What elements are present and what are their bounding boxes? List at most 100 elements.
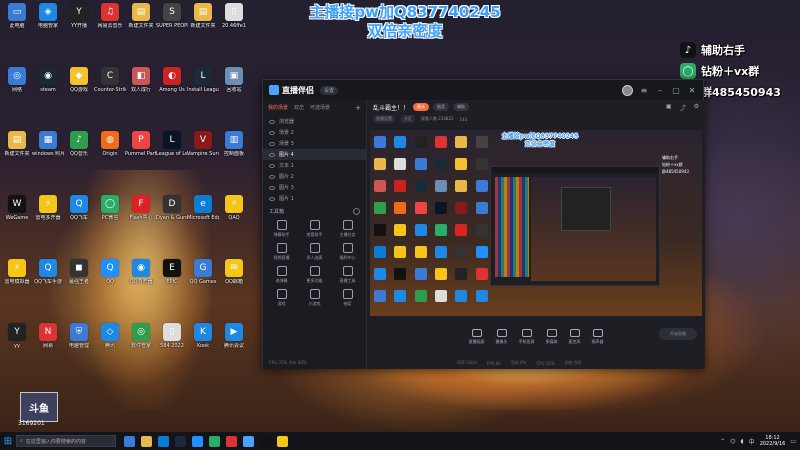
desktop-icon[interactable]: ▯ 584 2022 <box>157 323 187 365</box>
desktop-icon[interactable]: ✉ QQ邮箱 <box>219 259 249 301</box>
desktop-icon[interactable]: ◉ QQ浏览器 <box>126 259 156 301</box>
desktop-icon[interactable]: ⚡ 雷电多开器 <box>33 195 63 237</box>
scene-item[interactable]: 图片 2 <box>263 171 366 182</box>
desktop-icon[interactable]: ◍ Origin <box>95 131 125 173</box>
tool-item[interactable]: 弹幕助手 <box>265 220 298 238</box>
control-screen-capture[interactable]: 直播画面 <box>469 329 485 345</box>
minimize-icon[interactable]: – <box>655 86 665 95</box>
desktop-icon[interactable]: e Microsoft Edge <box>187 195 219 237</box>
scene-item[interactable]: 图片 3 <box>263 182 366 193</box>
eye-icon[interactable] <box>269 196 275 201</box>
live-companion-icon[interactable] <box>243 435 254 447</box>
network-icon[interactable]: ⌬ <box>730 438 735 445</box>
desktop-icon[interactable]: D Dyan & Guns <box>156 195 188 237</box>
desktop-icon[interactable]: Q QQ飞车手游 <box>33 259 63 301</box>
desktop-icon[interactable]: ▦ windows 照片 <box>32 131 64 173</box>
netease-music-icon[interactable] <box>226 435 237 447</box>
share-icon[interactable]: ⤴ <box>680 103 686 112</box>
eye-icon[interactable] <box>269 141 275 146</box>
tool-item[interactable]: 主播任务 <box>331 220 364 238</box>
desktop-icon[interactable]: P Pummel Party <box>125 131 157 173</box>
add-scene-button[interactable]: + <box>355 104 361 112</box>
control-camera[interactable]: 摄像头 <box>496 329 508 345</box>
app-titlebar[interactable]: 直播伴侣 设置 ≡ – ▢ ✕ <box>263 80 703 100</box>
ime-icon[interactable]: 中 <box>749 437 755 446</box>
tab-my-scenes[interactable]: 我的场景 <box>268 104 288 112</box>
desktop-icon[interactable]: ◎ 软件管家 <box>126 323 156 365</box>
desktop-icon[interactable]: E EPIC <box>157 259 187 301</box>
desktop-icon[interactable]: ◆ QQ游戏 <box>64 67 94 109</box>
desktop-icon[interactable]: N 网易 <box>33 323 63 365</box>
app-settings-chip[interactable]: 设置 <box>320 85 339 95</box>
desktop-icon[interactable]: ▶ 腾讯会议 <box>219 323 249 365</box>
desktop-icon[interactable]: ⚡ QAQ <box>219 195 249 237</box>
wechat-icon[interactable] <box>209 435 220 447</box>
desktop-icon[interactable]: ◼ 最强王者 <box>64 259 94 301</box>
desktop-icon[interactable]: G QQ Games <box>188 259 218 301</box>
desktop-icon[interactable]: Q QQ飞车 <box>64 195 94 237</box>
desktop-icon[interactable]: ▭ 此电脑 <box>2 3 32 45</box>
desktop-icon[interactable]: C Counter-Strike <box>94 67 126 109</box>
qq-icon[interactable] <box>192 435 203 447</box>
tool-item[interactable]: 小游戏 <box>298 289 331 307</box>
desktop-icon[interactable]: ⛨ 电脑管理 <box>64 323 94 365</box>
file-explorer-icon[interactable] <box>141 435 152 447</box>
desktop-icon[interactable]: ◧ 双人成行 <box>126 67 156 109</box>
steam-icon[interactable] <box>175 435 186 447</box>
scene-item[interactable]: 图片 4 <box>263 149 366 160</box>
tools-settings-icon[interactable] <box>353 208 360 215</box>
wegame-icon[interactable] <box>260 435 271 447</box>
desktop-icon[interactable]: ▯ 20.46ffe1 <box>219 3 249 45</box>
room-title[interactable]: 乱斗霸主！！ <box>373 103 409 112</box>
desktop-icon[interactable]: ◎ 网络 <box>2 67 32 109</box>
desktop-icon[interactable]: ▥ 控制面板 <box>219 131 249 173</box>
control-phone-cast[interactable]: 手机投屏 <box>519 329 535 345</box>
eye-icon[interactable] <box>269 119 275 124</box>
desktop-icon[interactable]: Y YY开播 <box>64 3 94 45</box>
scene-item[interactable]: 浏览器 <box>263 116 366 127</box>
desktop-icon[interactable]: Q QQ <box>95 259 125 301</box>
desktop-icon[interactable]: ♫ 网易云音乐 <box>95 3 125 45</box>
pill-assist[interactable]: 辅助 <box>453 103 470 111</box>
scene-item[interactable]: 文本 1 <box>263 160 366 171</box>
eye-icon[interactable] <box>269 185 275 190</box>
desktop-icon[interactable]: ⚡ 雷电模拟器 <box>2 259 32 301</box>
settings-icon[interactable]: ⚙ <box>694 103 699 112</box>
desktop-icon[interactable]: ♪ QQ音乐 <box>64 131 94 173</box>
tool-item[interactable]: 直播工具 <box>331 266 364 284</box>
tab-double[interactable]: 双击 <box>294 104 304 112</box>
tool-item[interactable]: 更多功能 <box>298 266 331 284</box>
scene-item[interactable]: 场景 2 <box>263 127 366 138</box>
desktop-icon[interactable]: ▣ 回收站 <box>219 67 249 109</box>
pill-highlight[interactable]: 高光 <box>413 103 430 111</box>
ldplayer-icon[interactable] <box>277 435 288 447</box>
desktop-icon[interactable]: ◐ Among Us <box>157 67 187 109</box>
tool-item[interactable]: 视频直播 <box>265 243 298 261</box>
desktop-icon[interactable]: S SUPER PEOPLE <box>156 3 188 45</box>
desktop-icon[interactable]: ◇ 腾讯 <box>95 323 125 365</box>
windows-start-icon[interactable]: ⊞ <box>0 432 16 450</box>
maximize-icon[interactable]: ▢ <box>671 86 681 95</box>
desktop-icon[interactable]: L League of Legends <box>156 131 188 173</box>
desktop-icon[interactable]: W WeGame <box>2 195 32 237</box>
desktop-icon[interactable]: ◉ steam <box>33 67 63 109</box>
desktop-icon[interactable]: Yyy <box>2 323 32 365</box>
tool-item[interactable]: 说弹幕 <box>265 266 298 284</box>
desktop-icon[interactable]: ◯ PC微信 <box>95 195 125 237</box>
control-microphone[interactable]: 麦克风 <box>569 329 581 345</box>
clock[interactable]: 18:12 2022/9/16 <box>760 435 786 447</box>
live-settings-button[interactable]: 直播设置 <box>373 115 395 123</box>
pill-lottery[interactable]: 抽奖 <box>433 103 450 111</box>
tool-item[interactable]: 游戏 <box>265 289 298 307</box>
edge-icon[interactable] <box>158 435 169 447</box>
desktop-icon[interactable]: F Flash中心 <box>126 195 156 237</box>
chevron-up-icon[interactable]: ⌃ <box>720 438 725 445</box>
go-live-button[interactable]: 开始直播 <box>659 328 697 340</box>
menu-icon[interactable]: ≡ <box>639 86 649 95</box>
taskbar-search[interactable]: ⌕ 在这里输入你要搜索的内容 <box>16 435 116 447</box>
notification-icon[interactable]: ▭ <box>790 438 796 445</box>
desktop-icon[interactable]: L Install League <box>187 67 219 109</box>
desktop-icon[interactable]: ▤ 新建文件夹 <box>188 3 218 45</box>
desktop-icon[interactable]: ▤ 新建文件夹 <box>2 131 32 173</box>
eye-icon[interactable] <box>269 152 275 157</box>
